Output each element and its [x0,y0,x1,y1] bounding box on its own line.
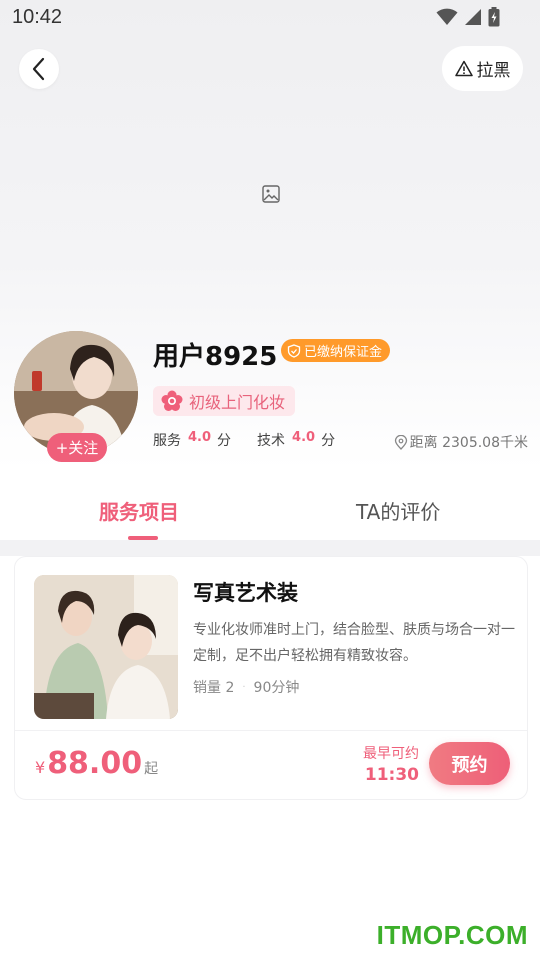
distance-text: 距离 2305.08千米 [409,435,528,451]
avatar-container: +关注 [14,331,138,462]
distance: 距离 2305.08千米 [394,432,528,452]
service-meta: 销量 2 · 90分钟 [193,677,299,697]
card-divider [15,730,527,731]
service-description: 专业化妆师准时上门，结合脸型、肤质与场合一对一定制，足不出户轻松拥有精致妆容。 [193,622,515,664]
follow-button[interactable]: +关注 [47,433,107,462]
back-arrow-icon [32,57,45,81]
battery-icon [488,7,500,27]
price-suffix: 起 [144,761,159,777]
status-bar: 10:42 [0,0,540,36]
status-icons [436,7,500,27]
price-amount: 88.00 [47,746,143,781]
service-sales: 销量 2 [193,680,235,696]
watermark-logo: ITMOP.COM [376,920,528,950]
image-placeholder-icon [262,185,280,207]
earliest-label: 最早可约 [363,746,419,762]
service-price: ¥ 88.00 起 [35,746,158,781]
warning-icon [454,60,473,77]
block-user-button[interactable]: 拉黑 [442,46,523,91]
back-button[interactable] [19,49,59,89]
price-currency: ¥ [35,758,46,777]
level-badge: 初级上门化妆 [153,386,296,416]
level-label: 初级上门化妆 [189,393,286,412]
tech-score-value: 4.0 [292,429,316,445]
deposit-label: 已缴纳保证金 [304,345,383,360]
score-row: 服务 4.0 分 技术 4.0 分 [153,430,335,450]
service-score-label: 服务 [153,433,181,449]
deposit-badge: 已缴纳保证金 [281,339,391,362]
service-score-unit: 分 [217,433,232,449]
user-name: 用户8925 [153,342,278,372]
wifi-icon [436,8,458,25]
status-time: 10:42 [12,6,63,28]
service-duration: 90分钟 [253,680,300,696]
tech-score-label: 技术 [257,433,286,449]
earliest-time: 11:30 [364,765,419,785]
meta-separator: · [242,681,246,693]
block-label: 拉黑 [476,61,511,81]
service-score-value: 4.0 [188,429,212,445]
tab-reviews[interactable]: TA的评价 [356,496,440,525]
book-button[interactable]: 预约 [429,742,510,785]
tech-score-unit: 分 [321,433,336,449]
service-title: 写真艺术装 [193,581,298,605]
tab-services[interactable]: 服务项目 [99,496,179,525]
section-divider [0,540,540,556]
service-card[interactable]: 写真艺术装 专业化妆师准时上门，结合脸型、肤质与场合一对一定制，足不出户轻松拥有… [14,556,528,800]
shield-icon [287,343,301,358]
service-thumbnail[interactable] [34,575,178,719]
tab-bar: 服务项目 TA的评价 [13,478,528,540]
flower-icon [161,390,183,411]
signal-icon [465,9,481,25]
location-pin-icon [394,434,407,450]
earliest-slot: 最早可约 11:30 [347,743,419,785]
